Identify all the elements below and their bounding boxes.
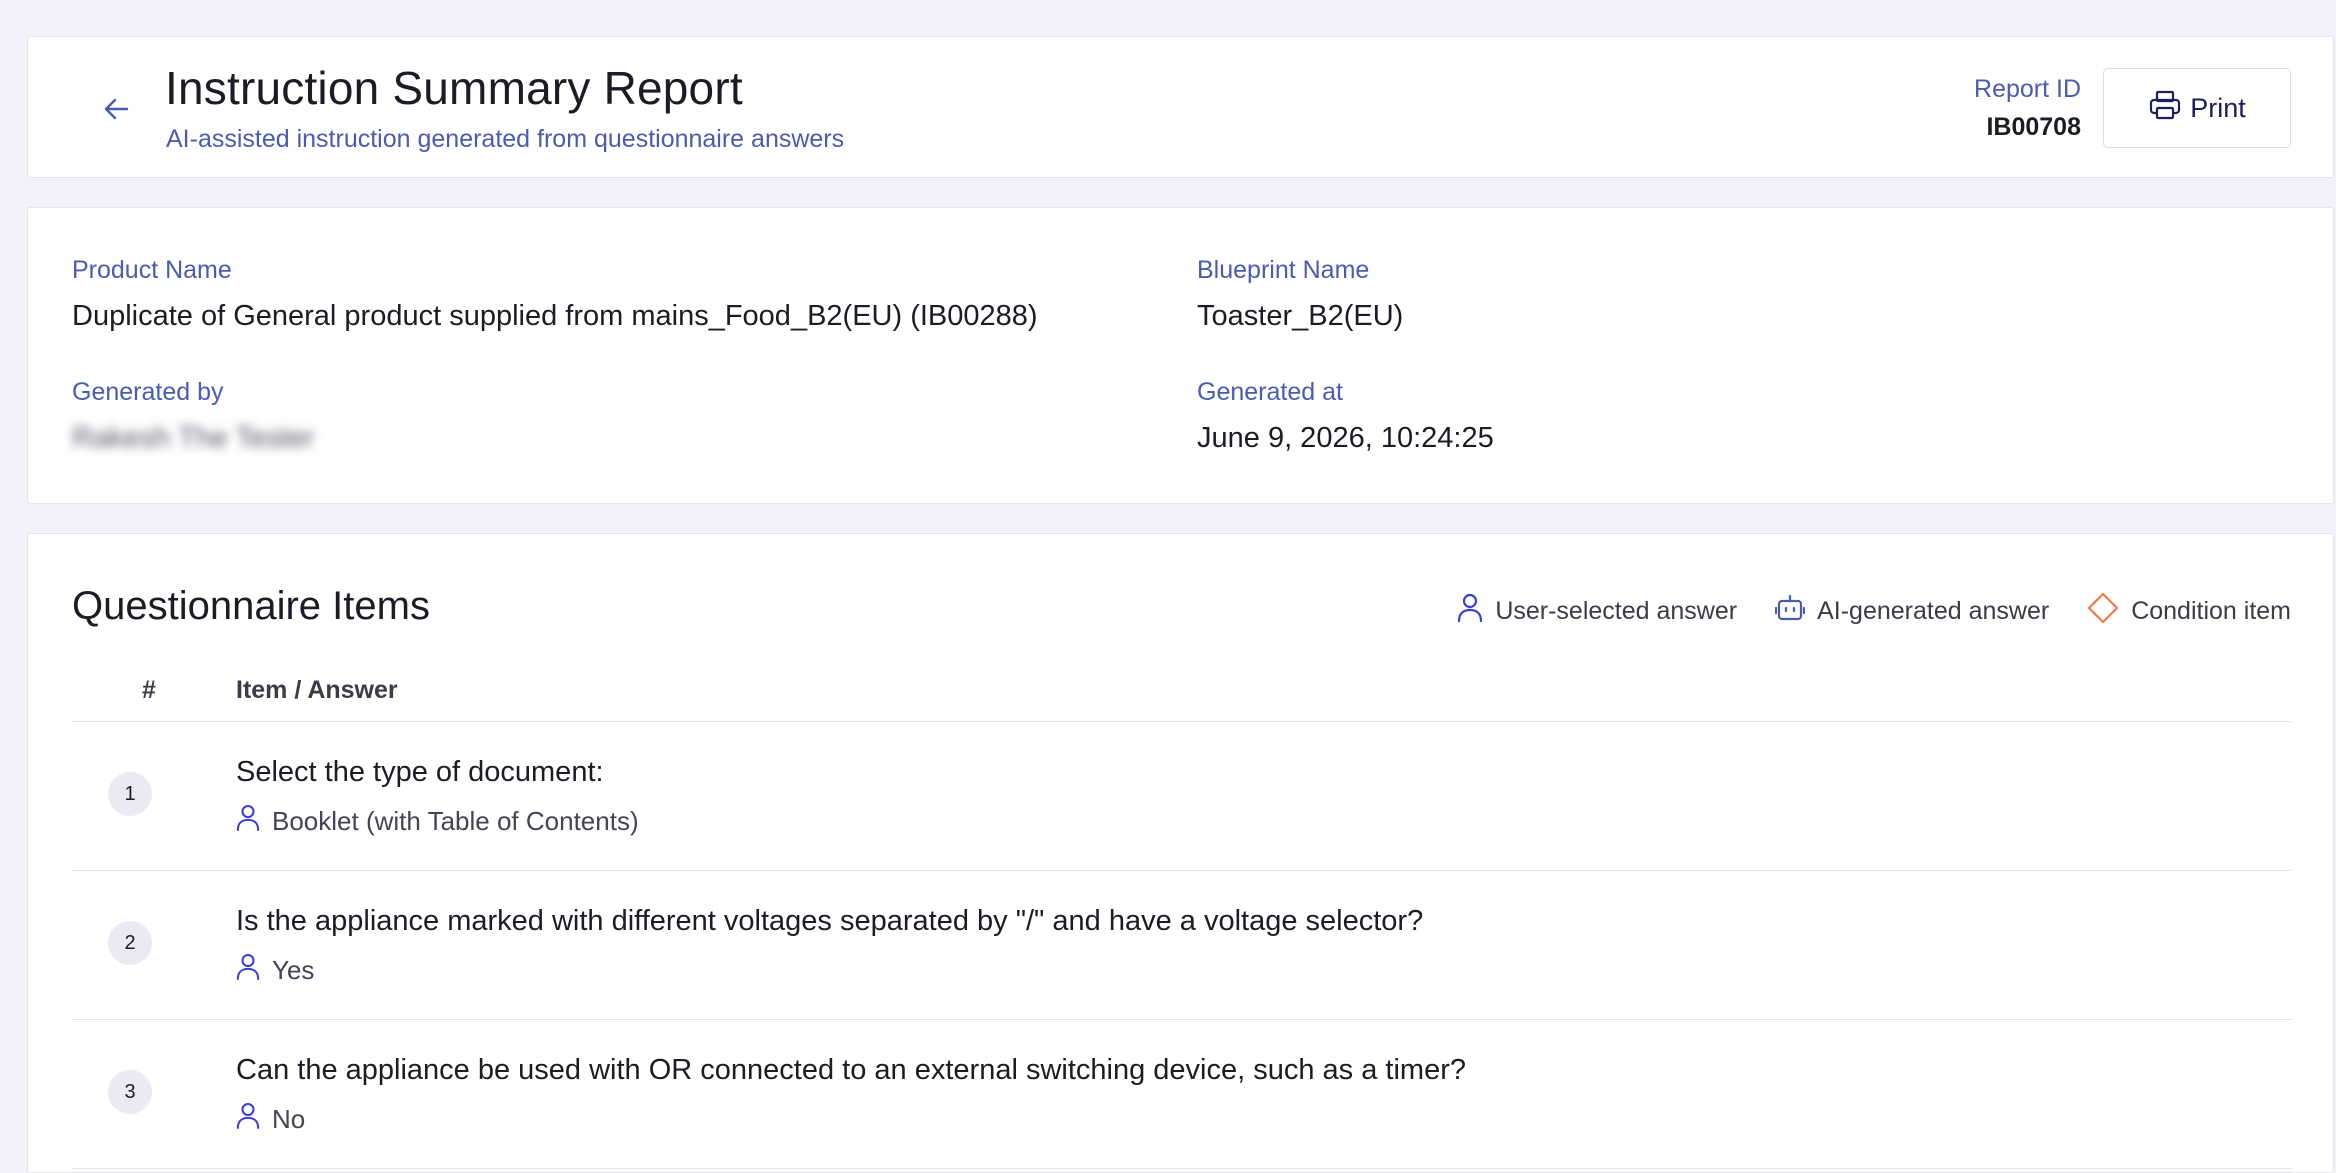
legend-condition-item-label: Condition item	[2131, 597, 2291, 625]
table-row: 1 Select the type of document: Booklet (…	[72, 722, 2292, 871]
generated-at-label: Generated at	[1197, 378, 1343, 406]
report-id-value: IB00708	[1986, 113, 2081, 141]
arrow-left-icon	[103, 98, 129, 125]
page-subtitle: AI-assisted instruction generated from q…	[166, 125, 845, 153]
questionnaire-section: Questionnaire Items User-selected answer	[27, 533, 2334, 1173]
robot-icon	[1774, 594, 1806, 629]
blueprint-name-value: Toaster_B2(EU)	[1197, 300, 1404, 332]
legend: User-selected answer AI-generated answer	[1457, 592, 2291, 631]
item-number-badge: 3	[108, 1070, 152, 1114]
product-name-value: Duplicate of General product supplied fr…	[72, 300, 1038, 332]
generated-by-label: Generated by	[72, 378, 224, 406]
table-header: # Item / Answer	[72, 666, 2292, 722]
user-icon	[1457, 593, 1483, 630]
answer: Booklet (with Table of Contents)	[236, 804, 639, 839]
questionnaire-title: Questionnaire Items	[72, 584, 430, 628]
user-icon	[236, 804, 260, 839]
back-button[interactable]	[94, 89, 138, 133]
user-icon	[236, 1102, 260, 1137]
item-number-badge: 1	[108, 772, 152, 816]
legend-user-selected-label: User-selected answer	[1495, 597, 1738, 625]
answer: No	[236, 1102, 305, 1137]
generated-at-value: June 9, 2026, 10:24:25	[1197, 422, 1494, 454]
legend-condition-item: Condition item	[2087, 592, 2291, 631]
answer: Yes	[236, 953, 314, 988]
product-name-label: Product Name	[72, 256, 232, 284]
printer-icon	[2148, 89, 2182, 128]
user-icon	[236, 953, 260, 988]
column-header-item: Item / Answer	[236, 676, 398, 704]
generated-by-value: Rakesh The Tester	[72, 422, 315, 454]
question-text: Select the type of document:	[236, 756, 604, 788]
item-number-badge: 2	[108, 921, 152, 965]
question-text: Can the appliance be used with OR connec…	[236, 1054, 1466, 1086]
report-info: Product Name Duplicate of General produc…	[27, 207, 2334, 504]
answer-text: Booklet (with Table of Contents)	[272, 806, 639, 836]
report-id-label: Report ID	[1974, 75, 2081, 103]
print-label: Print	[2190, 92, 2246, 123]
blueprint-name-label: Blueprint Name	[1197, 256, 1370, 284]
table-row: 3 Can the appliance be used with OR conn…	[72, 1020, 2292, 1169]
print-button[interactable]: Print	[2103, 68, 2291, 148]
report-header: Instruction Summary Report AI-assisted i…	[27, 36, 2334, 178]
legend-ai-generated-label: AI-generated answer	[1817, 597, 2050, 625]
table-row: 2 Is the appliance marked with different…	[72, 871, 2292, 1020]
question-text: Is the appliance marked with different v…	[236, 905, 1424, 937]
legend-user-selected: User-selected answer	[1457, 593, 1737, 630]
answer-text: No	[272, 1104, 306, 1134]
column-header-number: #	[142, 676, 156, 704]
diamond-icon	[2087, 592, 2119, 631]
legend-ai-generated: AI-generated answer	[1774, 594, 2050, 629]
answer-text: Yes	[272, 955, 315, 985]
page-title: Instruction Summary Report	[165, 62, 743, 114]
